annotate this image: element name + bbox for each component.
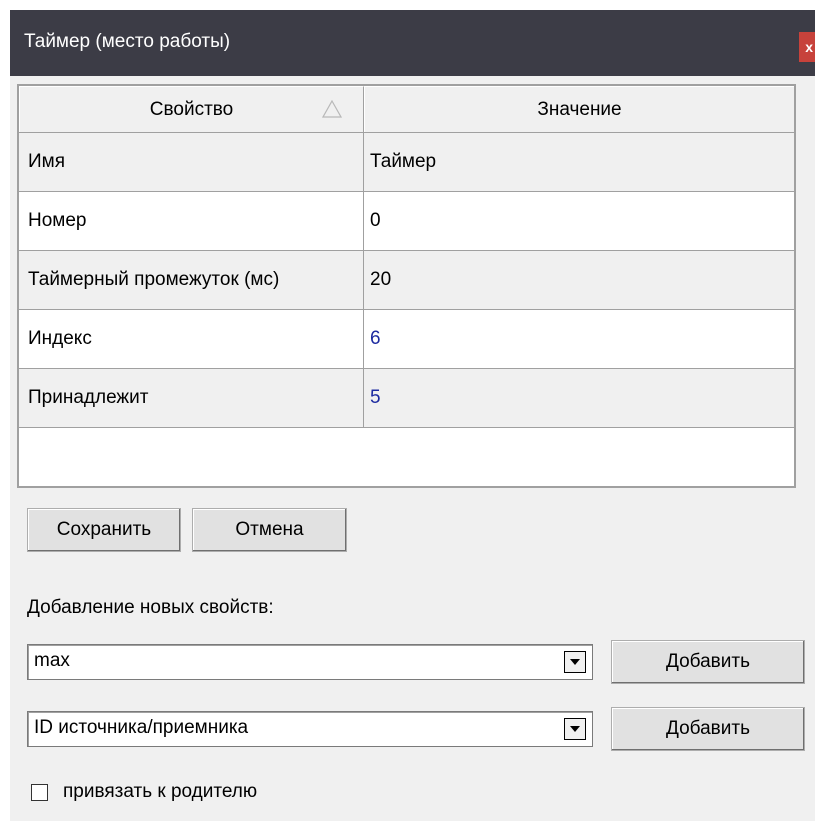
grid-row-owner[interactable]: Принадлежит 5 — [19, 369, 794, 428]
grid-row-index[interactable]: Индекс 6 — [19, 310, 794, 369]
add-properties-label: Добавление новых свойств: — [27, 597, 274, 618]
property-key: Индекс — [19, 310, 364, 368]
cancel-button[interactable]: Отмена — [192, 508, 347, 552]
property-key: Таймерный промежуток (мс) — [19, 251, 364, 309]
window-title: Таймер (место работы) — [24, 31, 231, 52]
column-header-value[interactable]: Значение — [364, 86, 794, 132]
close-button[interactable]: x — [799, 32, 815, 62]
add-button-1[interactable]: Добавить — [611, 640, 805, 684]
grid-row-interval[interactable]: Таймерный промежуток (мс) 20 — [19, 251, 794, 310]
grid-row-number[interactable]: Номер 0 — [19, 192, 794, 251]
property-key: Номер — [19, 192, 364, 250]
sort-ascending-icon — [322, 100, 342, 118]
column-header-value-label: Значение — [537, 98, 622, 120]
property-value[interactable]: 5 — [364, 369, 794, 427]
column-header-property[interactable]: Свойство — [19, 86, 364, 132]
dropdown-arrow-icon[interactable] — [564, 718, 586, 740]
bind-parent-checkbox[interactable] — [31, 784, 48, 801]
save-button[interactable]: Сохранить — [27, 508, 181, 552]
property-combo-1[interactable]: max — [27, 644, 593, 680]
property-key: Имя — [19, 133, 364, 191]
combo-value: max — [34, 650, 70, 671]
property-key: Принадлежит — [19, 369, 364, 427]
property-value[interactable]: 20 — [364, 251, 794, 309]
property-value[interactable]: Таймер — [364, 133, 794, 191]
close-icon: x — [805, 39, 813, 55]
column-header-property-label: Свойство — [149, 98, 234, 120]
grid-header: Свойство Значение — [19, 86, 794, 133]
property-value[interactable]: 6 — [364, 310, 794, 368]
property-value[interactable]: 0 — [364, 192, 794, 250]
property-grid: Свойство Значение Имя Таймер Номер 0 Тай… — [17, 84, 796, 488]
combo-value: ID источника/приемника — [34, 717, 249, 738]
bind-parent-label[interactable]: привязать к родителю — [63, 781, 257, 803]
dropdown-arrow-icon[interactable] — [564, 651, 586, 673]
property-combo-2[interactable]: ID источника/приемника — [27, 711, 593, 747]
title-bar[interactable]: Таймер (место работы) x — [10, 10, 815, 76]
add-button-2[interactable]: Добавить — [611, 707, 805, 751]
grid-row-name[interactable]: Имя Таймер — [19, 133, 794, 192]
